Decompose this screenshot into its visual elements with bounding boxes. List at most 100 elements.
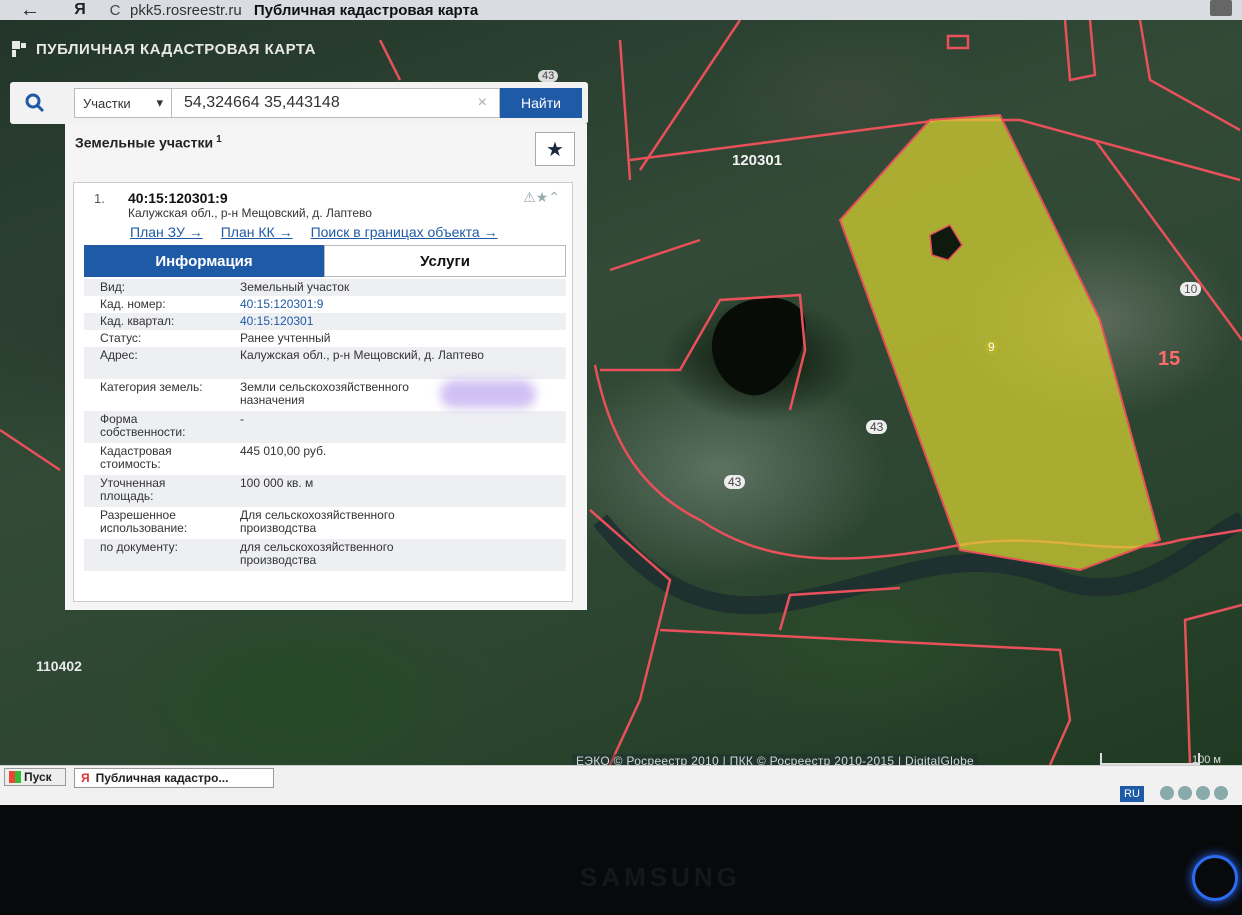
tray-icon[interactable] [1160, 786, 1174, 800]
reload-icon[interactable]: C [100, 2, 130, 19]
windows-logo-icon [9, 771, 21, 783]
taskbar-item-browser[interactable]: Я Публичная кадастро... [74, 768, 274, 788]
tray-icon[interactable] [1178, 786, 1192, 800]
tray-icon[interactable] [1196, 786, 1210, 800]
url-text: pkk5.rosreestr.ru [130, 1, 242, 19]
search-input[interactable]: 54,324664 35,443148 × [172, 88, 500, 118]
parcel-label[interactable]: 10 [1180, 282, 1202, 296]
info-row: Адрес: Калужская обл., р-н Мещовский, д. … [84, 347, 566, 379]
result-links: План ЗУ → План КК → Поиск в границах объ… [130, 224, 498, 240]
chevron-down-icon: ▾ [156, 95, 163, 110]
start-button[interactable]: Пуск [4, 768, 66, 786]
map-scale-bar [1100, 753, 1200, 765]
info-row: Разрешенное использование: Для сельскохоз… [84, 507, 566, 539]
info-value: Ранее учтенный [240, 331, 331, 345]
info-value: - [240, 412, 244, 426]
back-button[interactable]: ← [0, 0, 60, 22]
parcel-label[interactable]: 9 [985, 340, 998, 354]
info-key: Статус: [100, 331, 142, 345]
info-value: 100 000 кв. м [240, 476, 314, 490]
find-button[interactable]: Найти [500, 88, 582, 118]
info-row: Форма собственности: - [84, 411, 566, 443]
results-title: Земельные участки [75, 134, 214, 151]
info-key: Адрес: [100, 348, 138, 362]
plan-kk-link[interactable]: План КК → [221, 224, 293, 240]
parcel-border [378, 39, 402, 81]
result-address: Калужская обл., р-н Мещовский, д. Лаптев… [128, 206, 372, 220]
start-label: Пуск [24, 770, 52, 784]
info-row: Уточненная площадь: 100 000 кв. м [84, 475, 566, 507]
taskbar: Пуск Я Публичная кадастро... RU [0, 765, 1242, 805]
info-key: по документу: [100, 540, 178, 554]
address-bar[interactable]: pkk5.rosreestr.ru Публичная кадастровая … [130, 2, 478, 19]
results-header: Земельные участки 1 [75, 134, 222, 151]
monitor-brand: SAMSUNG [580, 862, 741, 892]
block-label: 120301 [732, 152, 783, 169]
search-query: 54,324664 35,443148 [184, 94, 340, 111]
parcel-border [1063, 20, 1097, 82]
plan-zu-link[interactable]: План ЗУ → [130, 224, 203, 240]
info-value: 445 010,00 руб. [240, 444, 327, 458]
parcel-border [659, 628, 1072, 765]
info-key: Кадастровая стоимость: [100, 444, 172, 471]
search-bar: Участки ▾ 54,324664 35,443148 × Найти [10, 82, 588, 124]
info-key: Уточненная площадь: [100, 476, 166, 503]
pond [711, 297, 806, 396]
parcel-label[interactable]: 43 [724, 475, 746, 489]
parcel-border [0, 428, 61, 472]
lock-icon [1210, 0, 1232, 16]
info-row: Кад. квартал: 40:15:120301 [84, 313, 566, 330]
app-title-text: ПУБЛИЧНАЯ КАДАСТРОВАЯ КАРТА [36, 40, 316, 58]
language-indicator[interactable]: RU [1120, 786, 1144, 802]
info-value: Калужская обл., р-н Мещовский, д. Лаптев… [240, 348, 484, 362]
results-panel: Земельные участки 1 ★ 1. 40:15:120301:9 К… [65, 124, 587, 610]
info-key: Форма собственности: [100, 412, 186, 439]
tab-information[interactable]: Информация [84, 245, 324, 277]
app-title: ПУБЛИЧНАЯ КАДАСТРОВАЯ КАРТА [10, 40, 316, 58]
search-type-select[interactable]: Участки ▾ [74, 88, 172, 118]
power-button-icon[interactable] [1192, 855, 1238, 901]
tray-icon[interactable] [1214, 786, 1228, 800]
info-key: Категория земель: [100, 380, 203, 394]
selected-parcel [838, 113, 1162, 572]
parcel-label[interactable]: 43 [866, 420, 888, 434]
info-table: Вид: Земельный участок Кад. номер: 40:15:1… [84, 279, 566, 571]
monitor-bezel [0, 805, 1242, 915]
tab-services[interactable]: Услуги [324, 245, 566, 277]
result-tools[interactable]: ⚠★⌃ [523, 189, 560, 206]
pkk-logo-icon [12, 41, 26, 57]
parcel-border [1138, 20, 1241, 132]
info-value-link[interactable]: 40:15:120301:9 [240, 298, 566, 311]
info-row: Вид: Земельный участок [84, 279, 566, 296]
info-row: Кад. номер: 40:15:120301:9 [84, 296, 566, 313]
parcel-border [618, 39, 632, 181]
yandex-logo-icon[interactable]: Я [60, 1, 100, 19]
parcel-border [1093, 139, 1242, 341]
search-icon[interactable] [16, 88, 54, 118]
results-count: 1 [216, 134, 222, 145]
info-value: Земельный участок [240, 280, 350, 294]
screen: ← Я C pkk5.rosreestr.ru Публичная кадаст… [0, 0, 1242, 915]
info-row: по документу: для сельскохозяйственного п… [84, 539, 566, 571]
info-tabs: Информация Услуги [84, 245, 566, 277]
info-key: Разрешенное использование: [100, 508, 188, 535]
redaction-blur [440, 380, 536, 408]
parcel-label[interactable]: 43 [538, 70, 559, 82]
clear-icon[interactable]: × [478, 94, 487, 112]
favorite-star-icon[interactable]: ★ [535, 132, 575, 166]
page-title: Публичная кадастровая карта [253, 1, 479, 19]
parcel-border [609, 238, 701, 272]
info-key: Кад. номер: [100, 297, 166, 311]
info-row: Статус: Ранее учтенный [84, 330, 566, 347]
taskbar-item-label: Публичная кадастро... [95, 771, 229, 785]
result-index: 1. [94, 191, 105, 206]
info-value-link[interactable]: 40:15:120301 [240, 315, 566, 328]
search-in-bounds-link[interactable]: Поиск в границах объекта → [311, 224, 498, 240]
cadastral-number: 40:15:120301:9 [128, 190, 228, 206]
district-label: 15 [1158, 348, 1181, 370]
info-row: Кадастровая стоимость: 445 010,00 руб. [84, 443, 566, 475]
info-value: Земли сельскохозяйственного назначения [240, 380, 409, 407]
search-type-label: Участки [83, 95, 131, 111]
block-label: 110402 [36, 658, 82, 674]
parcel-border [946, 34, 970, 50]
